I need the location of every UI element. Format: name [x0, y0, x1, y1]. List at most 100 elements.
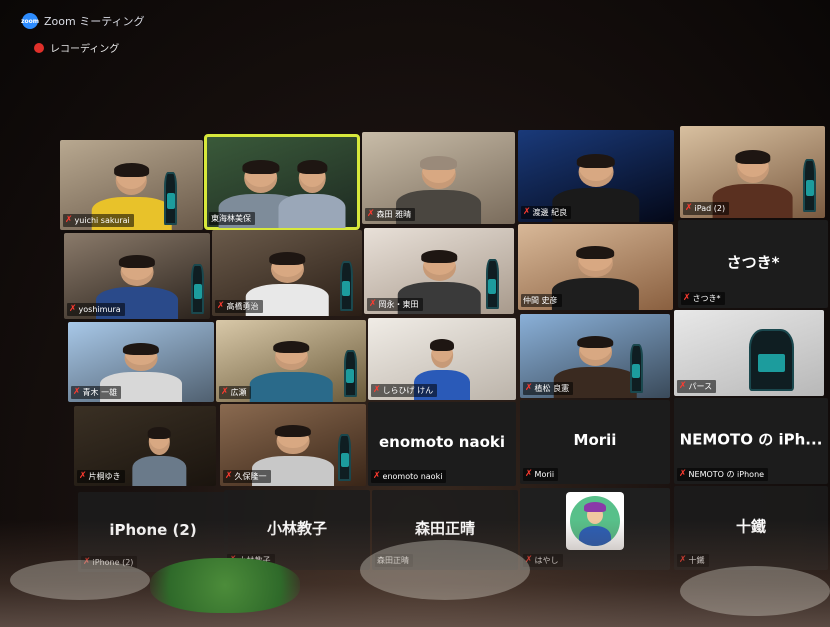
recording-label: レコーディング: [50, 44, 120, 55]
participant-video: [551, 246, 641, 310]
recording-indicator[interactable]: レコーディング: [34, 40, 119, 55]
participant-tile-18[interactable]: Morii ✗ Morii: [520, 400, 670, 484]
participant-display-name: iPhone (2): [109, 521, 197, 540]
participant-name-label: ✗ iPad (2): [683, 202, 730, 215]
participant-name-label: ✗ iPhone (2): [81, 556, 138, 569]
participant-video: [277, 159, 347, 228]
participant-display-name: さつき*: [726, 253, 780, 272]
participant-name: iPhone (2): [92, 558, 134, 567]
participant-tile-16[interactable]: ✗ 久保隆一: [220, 404, 366, 486]
mic-muted-icon: ✗: [679, 469, 687, 479]
mic-muted-icon: ✗: [225, 471, 233, 481]
sake-bottle-icon: [339, 260, 353, 311]
participant-video: [248, 341, 335, 402]
mic-muted-icon: ✗: [679, 555, 687, 565]
participant-name-label: ✗ 久保隆一: [223, 470, 271, 483]
plate: [680, 566, 830, 616]
mic-muted-icon: ✗: [683, 293, 691, 303]
sake-bottle-icon: [191, 263, 205, 314]
participant-display-name: enomoto naoki: [378, 433, 505, 452]
zoom-meeting-screen: zoom Zoom ミーティング レコーディング ✗ yuichi sakura…: [0, 0, 830, 627]
participant-name: 仲間 史彦: [523, 296, 558, 305]
participant-tile-21[interactable]: 小林教子 ✗ 小林教子: [224, 490, 370, 570]
participant-tile-6[interactable]: ✗ 髙橋勇治: [212, 230, 362, 316]
participant-tile-12[interactable]: ✗ しらひげ けん: [368, 318, 516, 400]
participant-name: yoshimura: [78, 305, 121, 314]
participant-name-label: ✗ 広瀬: [219, 386, 251, 399]
participant-tile-22[interactable]: 森田正晴 森田正晴: [372, 490, 518, 570]
participant-display-name: NEMOTO の iPh...: [679, 430, 823, 449]
participant-tile-1[interactable]: 東海林美保: [204, 134, 360, 230]
participant-name-label: ✗ enomoto naoki: [371, 470, 447, 483]
participant-name-label: ✗ 片桐ゆき: [77, 470, 125, 483]
participant-name: iPad (2): [694, 204, 726, 213]
participant-tile-14[interactable]: ✗ パース: [674, 310, 824, 396]
sake-bottle-icon: [164, 172, 178, 225]
mic-muted-icon: ✗: [679, 381, 687, 391]
mic-muted-icon: ✗: [221, 387, 229, 397]
participant-name: 岡永・東田: [378, 300, 419, 309]
participant-name: さつき*: [692, 294, 721, 303]
participant-name: 久保隆一: [234, 472, 267, 481]
mic-muted-icon: ✗: [373, 471, 381, 481]
participant-name-label: 東海林美保: [209, 212, 255, 225]
participant-tile-15[interactable]: ✗ 片桐ゆき: [74, 406, 216, 486]
window-title: Zoom ミーティング: [44, 15, 145, 28]
participant-name-label: ✗ パース: [677, 380, 717, 393]
participant-tile-17[interactable]: enomoto naoki ✗ enomoto naoki: [368, 402, 516, 486]
sake-bottle-icon: [343, 349, 357, 398]
zoom-logo-icon: zoom: [21, 13, 39, 29]
participant-tile-13[interactable]: ✗ 植松 良憲: [520, 314, 670, 398]
sake-bottle-icon: [338, 433, 352, 482]
participant-name-label: ✗ 青木 一雄: [71, 386, 122, 399]
participant-tile-24[interactable]: 十鐵 ✗ 十鐵: [674, 486, 828, 570]
participant-name: 東海林美保: [211, 214, 251, 223]
participant-name: 森田正晴: [377, 556, 409, 565]
participant-tile-11[interactable]: ✗ 広瀬: [216, 320, 366, 402]
participant-tile-2[interactable]: ✗ 森田 雅晴: [362, 132, 515, 224]
participant-video: [131, 426, 188, 486]
participant-name: 植松 良憲: [534, 384, 570, 393]
avatar-illustration-icon: [570, 496, 620, 546]
participant-name-label: 仲間 史彦: [521, 294, 562, 307]
participant-name-label: ✗ yuichi sakurai: [63, 214, 134, 227]
participant-name: yuichi sakurai: [74, 216, 130, 225]
sake-bottle-icon: [749, 328, 794, 391]
mic-muted-icon: ✗: [69, 304, 77, 314]
participant-tile-23[interactable]: ✗ はやし: [520, 488, 670, 570]
participant-tile-20[interactable]: iPhone (2) ✗ iPhone (2): [78, 492, 228, 572]
participant-tile-0[interactable]: ✗ yuichi sakurai: [60, 140, 203, 230]
participant-tile-7[interactable]: ✗ 岡永・東田: [364, 228, 514, 314]
participant-name: 森田 雅晴: [376, 210, 412, 219]
mic-muted-icon: ✗: [217, 301, 225, 311]
participant-display-name: 小林教子: [266, 519, 327, 538]
participant-name-label: ✗ はやし: [523, 554, 563, 567]
participant-name: Morii: [534, 470, 555, 479]
participant-name: 渡邊 紀良: [532, 208, 568, 217]
participant-name-label: 森田正晴: [375, 554, 413, 567]
participant-tile-9[interactable]: さつき* ✗ さつき*: [678, 220, 828, 308]
participant-tile-4[interactable]: ✗ iPad (2): [680, 126, 825, 218]
mic-muted-icon: ✗: [373, 385, 381, 395]
participant-name-label: ✗ 十鐵: [677, 554, 709, 567]
mic-muted-icon: ✗: [685, 203, 693, 213]
participant-display-name: Morii: [573, 431, 617, 450]
participant-display-name: 十鐵: [735, 517, 766, 536]
participant-name: パース: [688, 382, 713, 391]
avatar: [566, 492, 624, 550]
participant-name-label: ✗ 森田 雅晴: [365, 208, 416, 221]
participant-tile-8[interactable]: 仲間 史彦: [518, 224, 673, 310]
mic-muted-icon: ✗: [65, 215, 73, 225]
participant-name: はやし: [534, 556, 559, 565]
mic-muted-icon: ✗: [83, 557, 91, 567]
mic-muted-icon: ✗: [79, 471, 87, 481]
participant-tile-3[interactable]: ✗ 渡邊 紀良: [518, 130, 674, 222]
participant-tile-5[interactable]: ✗ yoshimura: [64, 233, 210, 319]
participant-tile-10[interactable]: ✗ 青木 一雄: [68, 322, 214, 402]
participant-name: 広瀬: [230, 388, 247, 397]
participant-name-label: ✗ さつき*: [681, 292, 725, 305]
participant-name: enomoto naoki: [382, 472, 443, 481]
mic-muted-icon: ✗: [229, 555, 237, 565]
participant-tile-19[interactable]: NEMOTO の iPh... ✗ NEMOTO の iPhone: [674, 398, 828, 484]
participant-name: 青木 一雄: [82, 388, 118, 397]
